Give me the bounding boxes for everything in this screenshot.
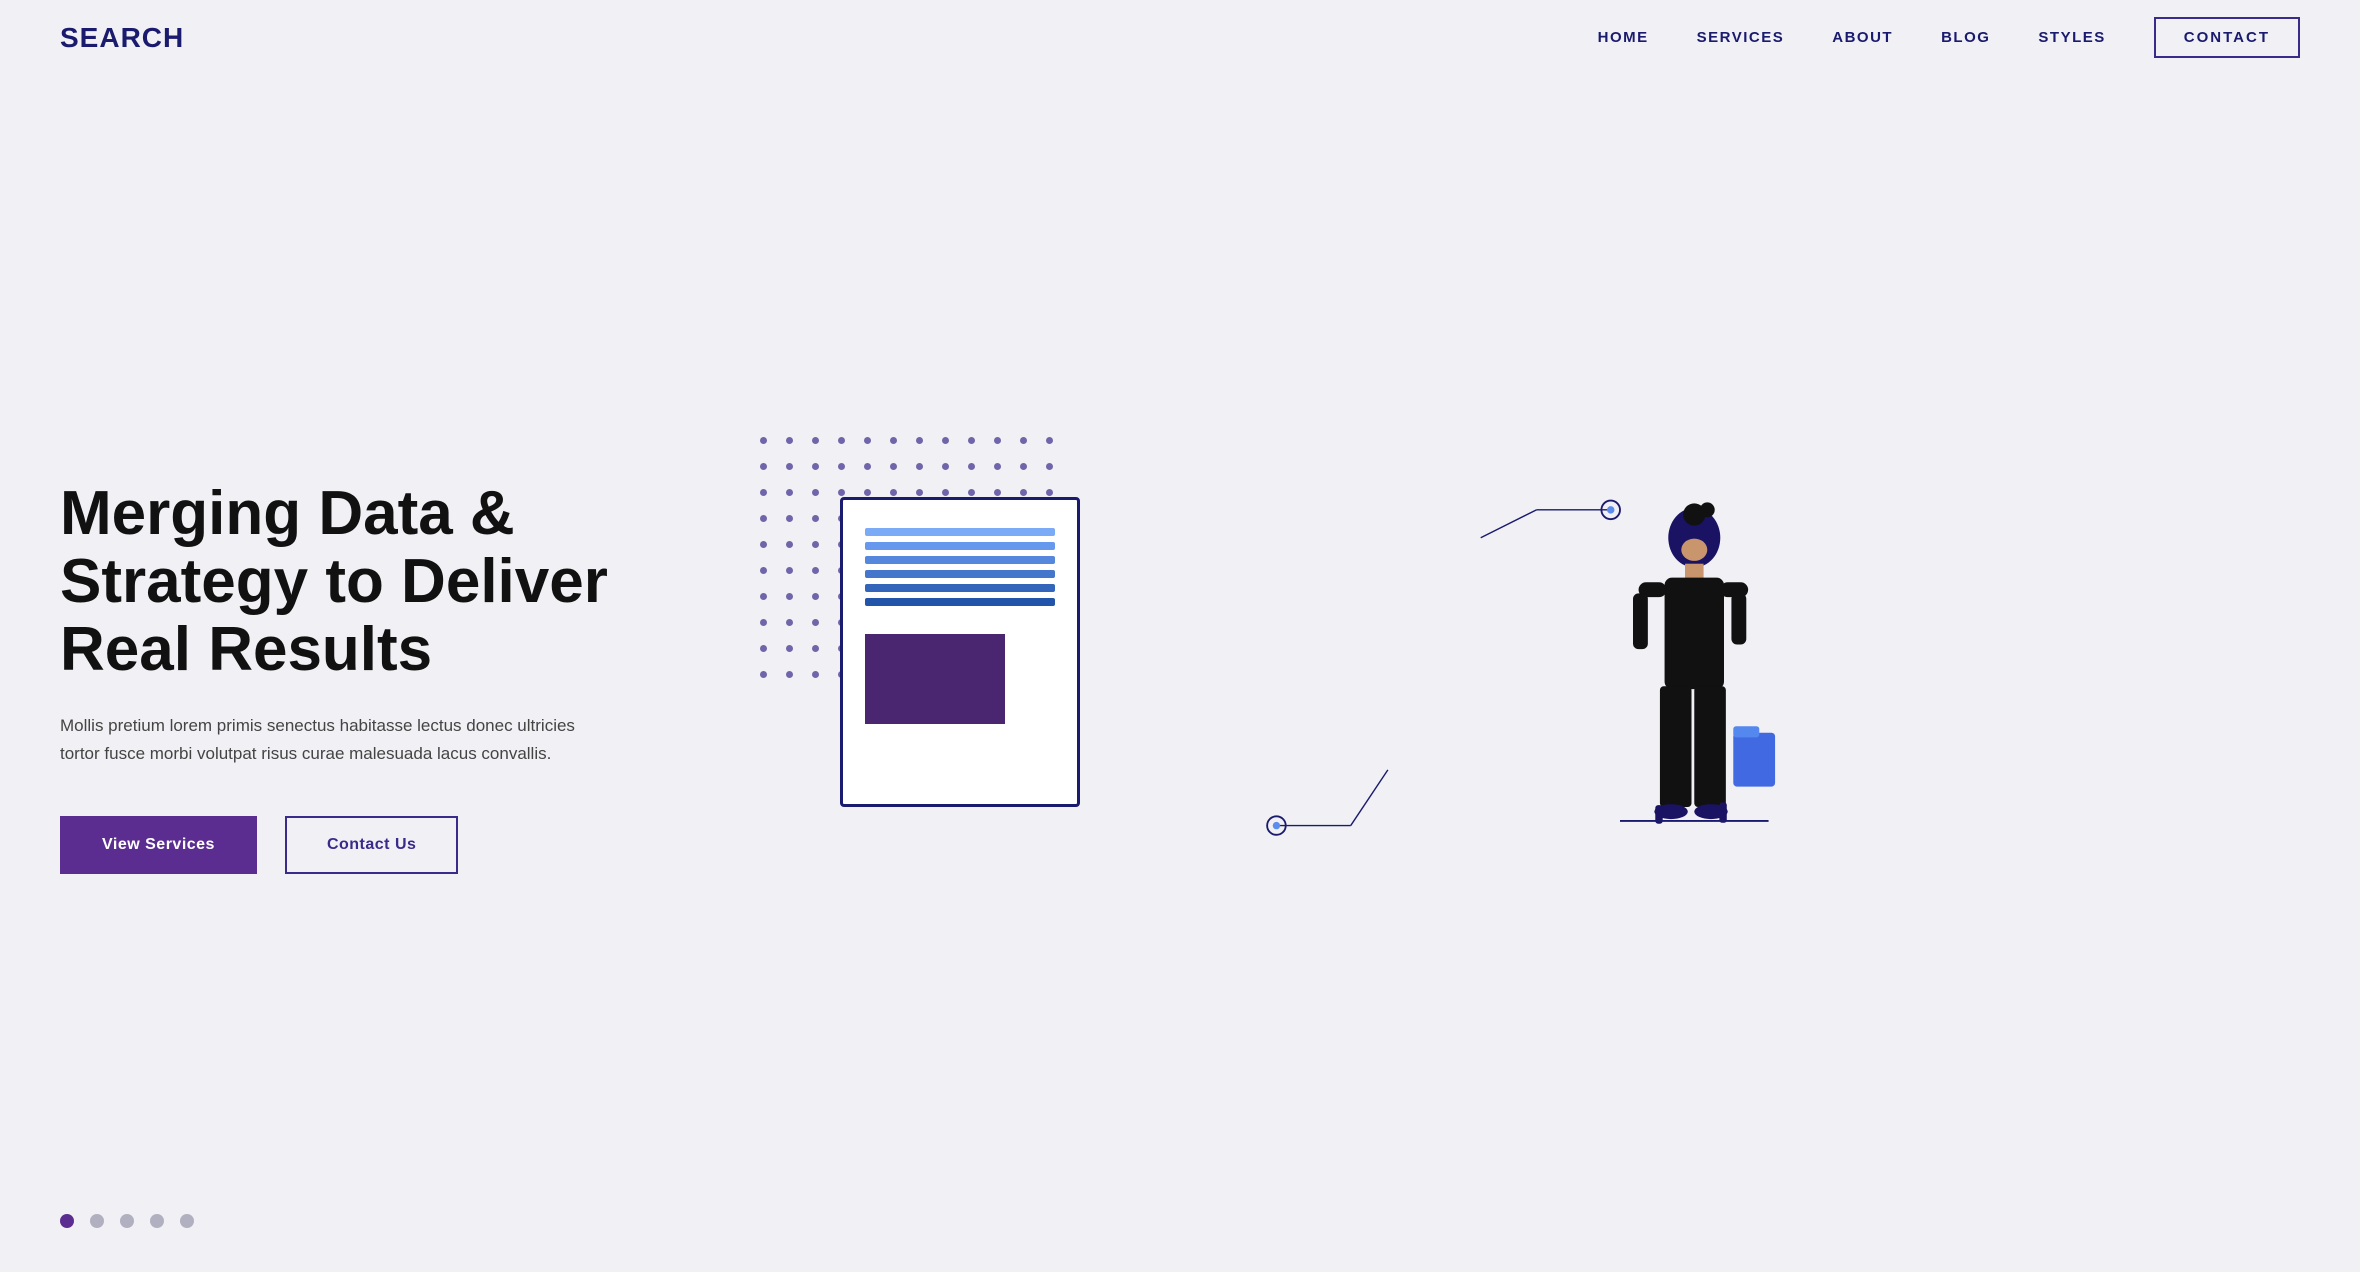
dot-grid-dot: [1020, 437, 1027, 444]
doc-line-4: [865, 570, 1055, 578]
dot-grid-dot: [864, 437, 871, 444]
hero-title: Merging Data & Strategy to Deliver Real …: [60, 480, 680, 685]
nav-item-styles[interactable]: STYLES: [2038, 29, 2105, 47]
dot-grid-dot: [1020, 463, 1027, 470]
dot-grid-dot: [916, 489, 923, 496]
dot-grid-dot: [890, 489, 897, 496]
navbar: SEARCH HOME SERVICES ABOUT BLOG STYLES C…: [0, 0, 2360, 76]
contact-us-button[interactable]: Contact Us: [285, 816, 458, 874]
dot-grid-dot: [786, 489, 793, 496]
dot-grid-dot: [786, 645, 793, 652]
nav-links: HOME SERVICES ABOUT BLOG STYLES CONTACT: [1598, 29, 2300, 47]
nav-link-about[interactable]: ABOUT: [1832, 29, 1893, 46]
dot-grid-dot: [812, 619, 819, 626]
dot-grid-dot: [994, 437, 1001, 444]
brand-logo[interactable]: SEARCH: [60, 22, 184, 54]
dot-grid-dot: [812, 515, 819, 522]
dot-grid-dot: [968, 463, 975, 470]
dot-grid-dot: [942, 489, 949, 496]
page-dot-1[interactable]: [60, 1214, 74, 1228]
dot-grid-dot: [760, 437, 767, 444]
dot-grid-dot: [812, 645, 819, 652]
dot-grid-dot: [812, 437, 819, 444]
dot-grid-dot: [812, 671, 819, 678]
dot-grid-dot: [760, 645, 767, 652]
doc-line-6: [865, 598, 1055, 606]
dot-grid-dot: [812, 541, 819, 548]
dot-grid-dot: [1046, 437, 1053, 444]
doc-line-2: [865, 542, 1055, 550]
nav-link-home[interactable]: HOME: [1598, 29, 1649, 46]
hero-subtitle: Mollis pretium lorem primis senectus hab…: [60, 712, 580, 768]
hero-content: Merging Data & Strategy to Deliver Real …: [60, 480, 680, 875]
doc-line-5: [865, 584, 1055, 592]
dot-grid-dot: [1020, 489, 1027, 496]
dot-grid-dot: [786, 671, 793, 678]
nav-link-blog[interactable]: BLOG: [1941, 29, 1990, 46]
doc-block: [865, 634, 1005, 724]
pagination-dots: [60, 1214, 194, 1228]
dot-grid-dot: [838, 437, 845, 444]
dot-grid-dot: [760, 541, 767, 548]
dot-grid-dot: [786, 593, 793, 600]
dot-grid-dot: [812, 593, 819, 600]
page-dot-2[interactable]: [90, 1214, 104, 1228]
dot-grid-dot: [890, 437, 897, 444]
dot-grid-dot: [760, 463, 767, 470]
nav-link-contact[interactable]: CONTACT: [2154, 17, 2300, 58]
dot-grid-dot: [864, 489, 871, 496]
dot-grid-dot: [838, 463, 845, 470]
dot-grid-dot: [760, 671, 767, 678]
nav-link-styles[interactable]: STYLES: [2038, 29, 2105, 46]
dot-grid-dot: [942, 437, 949, 444]
dot-grid-dot: [760, 593, 767, 600]
dot-grid-dot: [1046, 489, 1053, 496]
nav-item-blog[interactable]: BLOG: [1941, 29, 1990, 47]
page-dot-4[interactable]: [150, 1214, 164, 1228]
dot-grid-dot: [994, 489, 1001, 496]
doc-line-1: [865, 528, 1055, 536]
doc-line-3: [865, 556, 1055, 564]
nav-item-contact[interactable]: CONTACT: [2154, 29, 2300, 47]
dot-grid-dot: [942, 463, 949, 470]
dot-grid-dot: [786, 567, 793, 574]
dot-grid-dot: [812, 567, 819, 574]
dot-grid-dot: [838, 489, 845, 496]
dot-grid-dot: [786, 515, 793, 522]
dot-grid-dot: [1046, 463, 1053, 470]
hero-buttons: View Services Contact Us: [60, 816, 680, 874]
dot-grid-dot: [812, 463, 819, 470]
nav-item-services[interactable]: SERVICES: [1697, 29, 1785, 47]
dot-grid-dot: [890, 463, 897, 470]
hero-illustration: [680, 417, 2300, 937]
nav-link-services[interactable]: SERVICES: [1697, 29, 1785, 46]
dot-grid-dot: [786, 437, 793, 444]
dot-grid-dot: [968, 489, 975, 496]
nav-item-about[interactable]: ABOUT: [1832, 29, 1893, 47]
document-card: [840, 497, 1080, 807]
doc-lines: [865, 528, 1055, 606]
page-dot-3[interactable]: [120, 1214, 134, 1228]
dot-grid-dot: [786, 541, 793, 548]
page-dot-5[interactable]: [180, 1214, 194, 1228]
hero-section: Merging Data & Strategy to Deliver Real …: [0, 76, 2360, 1258]
dot-grid-dot: [760, 619, 767, 626]
dot-grid-dot: [916, 463, 923, 470]
dot-grid-dot: [760, 489, 767, 496]
dot-grid-dot: [968, 437, 975, 444]
dot-grid-dot: [916, 437, 923, 444]
dot-grid-dot: [994, 463, 1001, 470]
dot-grid-dot: [812, 489, 819, 496]
dot-grid-dot: [760, 515, 767, 522]
dot-grid-dot: [786, 619, 793, 626]
dot-grid-dot: [864, 463, 871, 470]
view-services-button[interactable]: View Services: [60, 816, 257, 874]
nav-item-home[interactable]: HOME: [1598, 29, 1649, 47]
dot-grid-dot: [760, 567, 767, 574]
dot-grid-dot: [786, 463, 793, 470]
